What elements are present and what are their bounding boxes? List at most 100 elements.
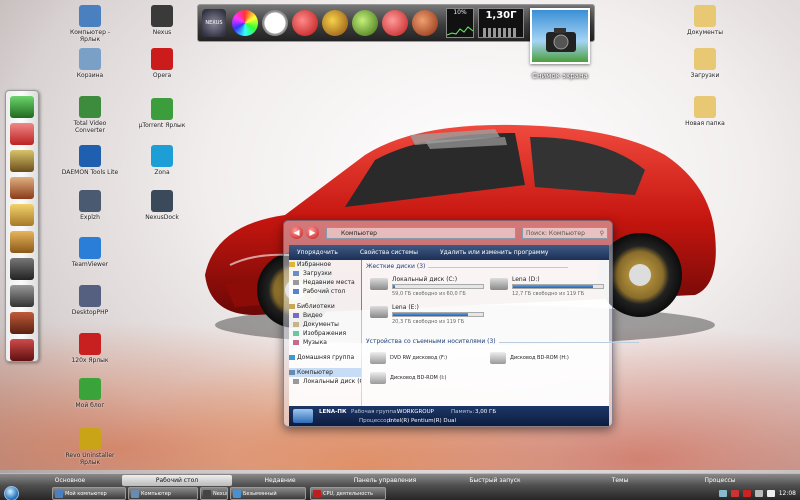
- network-icon[interactable]: [719, 490, 728, 497]
- desktop-icon[interactable]: Explzh: [60, 190, 120, 221]
- removable-drive-item[interactable]: DVD RW дисковод (F:): [370, 352, 490, 370]
- tv-icon[interactable]: [10, 96, 34, 118]
- desktop-icon[interactable]: TeamViewer: [60, 237, 120, 268]
- taskbar-button[interactable]: Безымянный: [230, 487, 306, 500]
- taskbar-button[interactable]: Nexus: [200, 487, 228, 500]
- nav-item[interactable]: Домашняя группа: [289, 353, 361, 362]
- section-removable[interactable]: Устройства со съемными носителями (3): [366, 338, 638, 345]
- pizza-icon[interactable]: [412, 10, 438, 36]
- drive-usage-bar: [512, 284, 604, 289]
- search-input[interactable]: Поиск: Компьютер ⚲: [522, 227, 608, 239]
- desktop-icon[interactable]: DesktopPHP: [60, 285, 120, 316]
- address-bar[interactable]: Компьютер: [326, 227, 516, 239]
- section-hard-drives[interactable]: Жесткие диски (3): [366, 263, 570, 270]
- stamp-icon[interactable]: [10, 312, 34, 334]
- desktop-icon[interactable]: Мой блог: [60, 378, 120, 409]
- desktop-icon[interactable]: DAEMON Tools Lite: [60, 145, 120, 176]
- folder-icon: [694, 48, 716, 70]
- desktop-icon[interactable]: Opera: [132, 48, 192, 79]
- nav-item[interactable]: Локальный диск (C:: [289, 377, 361, 386]
- phone-icon[interactable]: [10, 258, 34, 280]
- removable-drive-item[interactable]: Дисковод BD-ROM (H:): [490, 352, 610, 370]
- drive-usage-fill: [513, 285, 594, 288]
- nav-item[interactable]: Недавние места: [289, 278, 361, 287]
- folder-icon: [694, 5, 716, 27]
- desktop-icon[interactable]: Компьютер - Ярлык: [60, 5, 120, 43]
- dock-tab[interactable]: Темы: [580, 475, 660, 486]
- workgroup-label: Рабочая группа:: [351, 409, 399, 415]
- search-placeholder: Поиск: Компьютер: [526, 230, 585, 237]
- content-pane: Жесткие диски (3) Локальный диск (C:) 59,…: [362, 260, 638, 406]
- desktop-icon[interactable]: Total Video Converter: [60, 96, 120, 134]
- drive-name: Локальный диск (C:): [392, 276, 458, 283]
- desktop-icon[interactable]: µTorrent Ярлык: [132, 98, 192, 129]
- explorer-window[interactable]: ◀ ▶ Компьютер Поиск: Компьютер ⚲ Упорядо…: [283, 220, 638, 427]
- nav-item[interactable]: Библиотеки: [289, 302, 361, 311]
- uninstall-program-button[interactable]: Удалить или изменить программу: [440, 249, 548, 256]
- desktop-icon[interactable]: Zona: [132, 145, 192, 176]
- nav-item[interactable]: Документы: [289, 320, 361, 329]
- color-wheel-icon[interactable]: [232, 10, 258, 36]
- nexus-logo[interactable]: NEXUS: [202, 9, 226, 37]
- character-icon[interactable]: [10, 204, 34, 226]
- drive-item[interactable]: Локальный диск (C:) 59,0 ГБ свободно из 6…: [370, 276, 490, 304]
- dock-tab[interactable]: Рабочий стол: [122, 475, 232, 486]
- flag-icon[interactable]: [766, 490, 775, 497]
- nav-item-label: Рабочий стол: [303, 288, 346, 295]
- organize-button[interactable]: Упорядочить: [297, 249, 338, 256]
- dock-tab[interactable]: Быстрый запуск: [445, 475, 545, 486]
- nav-item[interactable]: Избранное: [289, 260, 361, 269]
- volume-icon[interactable]: [754, 490, 763, 497]
- taskbar-button[interactable]: CPU, деятельность: [310, 487, 386, 500]
- system-properties-button[interactable]: Свойства системы: [360, 249, 418, 256]
- landscape-icon[interactable]: [10, 150, 34, 172]
- clock-icon[interactable]: [262, 10, 288, 36]
- desktop-icon[interactable]: Nexus: [132, 5, 192, 36]
- window-titlebar[interactable]: ◀ ▶ Компьютер Поиск: Компьютер ⚲: [284, 221, 612, 245]
- taskbar-button[interactable]: Компьютер: [128, 487, 198, 500]
- nav-item-label: Недавние места: [303, 279, 355, 286]
- desktop-icon[interactable]: Документы: [675, 5, 735, 36]
- screenshot-camera-icon[interactable]: [530, 8, 590, 64]
- desktop-icon[interactable]: Новая папка: [675, 96, 735, 127]
- house-icon[interactable]: [10, 177, 34, 199]
- desktop-icon[interactable]: Загрузки: [675, 48, 735, 79]
- record-icon[interactable]: [292, 10, 318, 36]
- desktop-icon[interactable]: Revo Uninstaller Ярлык: [60, 428, 120, 466]
- nav-item-icon: [293, 280, 299, 285]
- forward-button[interactable]: ▶: [306, 226, 319, 239]
- cpu-percent: 10%: [453, 9, 467, 16]
- drive-item[interactable]: Lena (E:) 20,3 ГБ свободно из 119 ГБ: [370, 304, 490, 332]
- dock-tab[interactable]: Недавние: [240, 475, 320, 486]
- remote-icon[interactable]: [10, 285, 34, 307]
- folder-icon: [694, 96, 716, 118]
- nav-item[interactable]: Музыка: [289, 338, 361, 347]
- dock-tab[interactable]: Процессы: [670, 475, 770, 486]
- nav-item[interactable]: Рабочий стол: [289, 287, 361, 296]
- desktop-icon[interactable]: 120x Ярлык: [60, 333, 120, 364]
- nav-item[interactable]: Загрузки: [289, 269, 361, 278]
- desktop-icon[interactable]: Корзина: [60, 48, 120, 79]
- nav-item[interactable]: Видео: [289, 311, 361, 320]
- nav-item[interactable]: Изображения: [289, 329, 361, 338]
- back-button[interactable]: ◀: [290, 226, 303, 239]
- dock-tab[interactable]: Панель управления: [330, 475, 440, 486]
- dock-tab[interactable]: Основное: [30, 475, 110, 486]
- nav-item[interactable]: Компьютер: [289, 368, 361, 377]
- taskbar-button-label: Компьютер: [141, 491, 171, 497]
- ati-icon[interactable]: [742, 490, 751, 497]
- lion-icon[interactable]: [10, 231, 34, 253]
- record-icon[interactable]: [322, 10, 348, 36]
- bottle-icon[interactable]: [10, 339, 34, 361]
- clock[interactable]: 12:08: [779, 490, 796, 497]
- ribbon-icon[interactable]: [10, 123, 34, 145]
- removable-drive-item[interactable]: Дисковод BD-ROM (I:): [370, 372, 490, 390]
- taskbar-button[interactable]: Мой компьютер: [52, 487, 126, 500]
- antivirus-icon[interactable]: [731, 490, 740, 497]
- green-orb-icon[interactable]: [352, 10, 378, 36]
- desktop-icon[interactable]: NexusDock: [132, 190, 192, 221]
- start-button[interactable]: [4, 486, 19, 500]
- red-orb-icon[interactable]: [382, 10, 408, 36]
- nav-item-label: Библиотеки: [297, 303, 335, 310]
- drive-item[interactable]: Lena (D:) 12,7 ГБ свободно из 119 ГБ: [490, 276, 610, 304]
